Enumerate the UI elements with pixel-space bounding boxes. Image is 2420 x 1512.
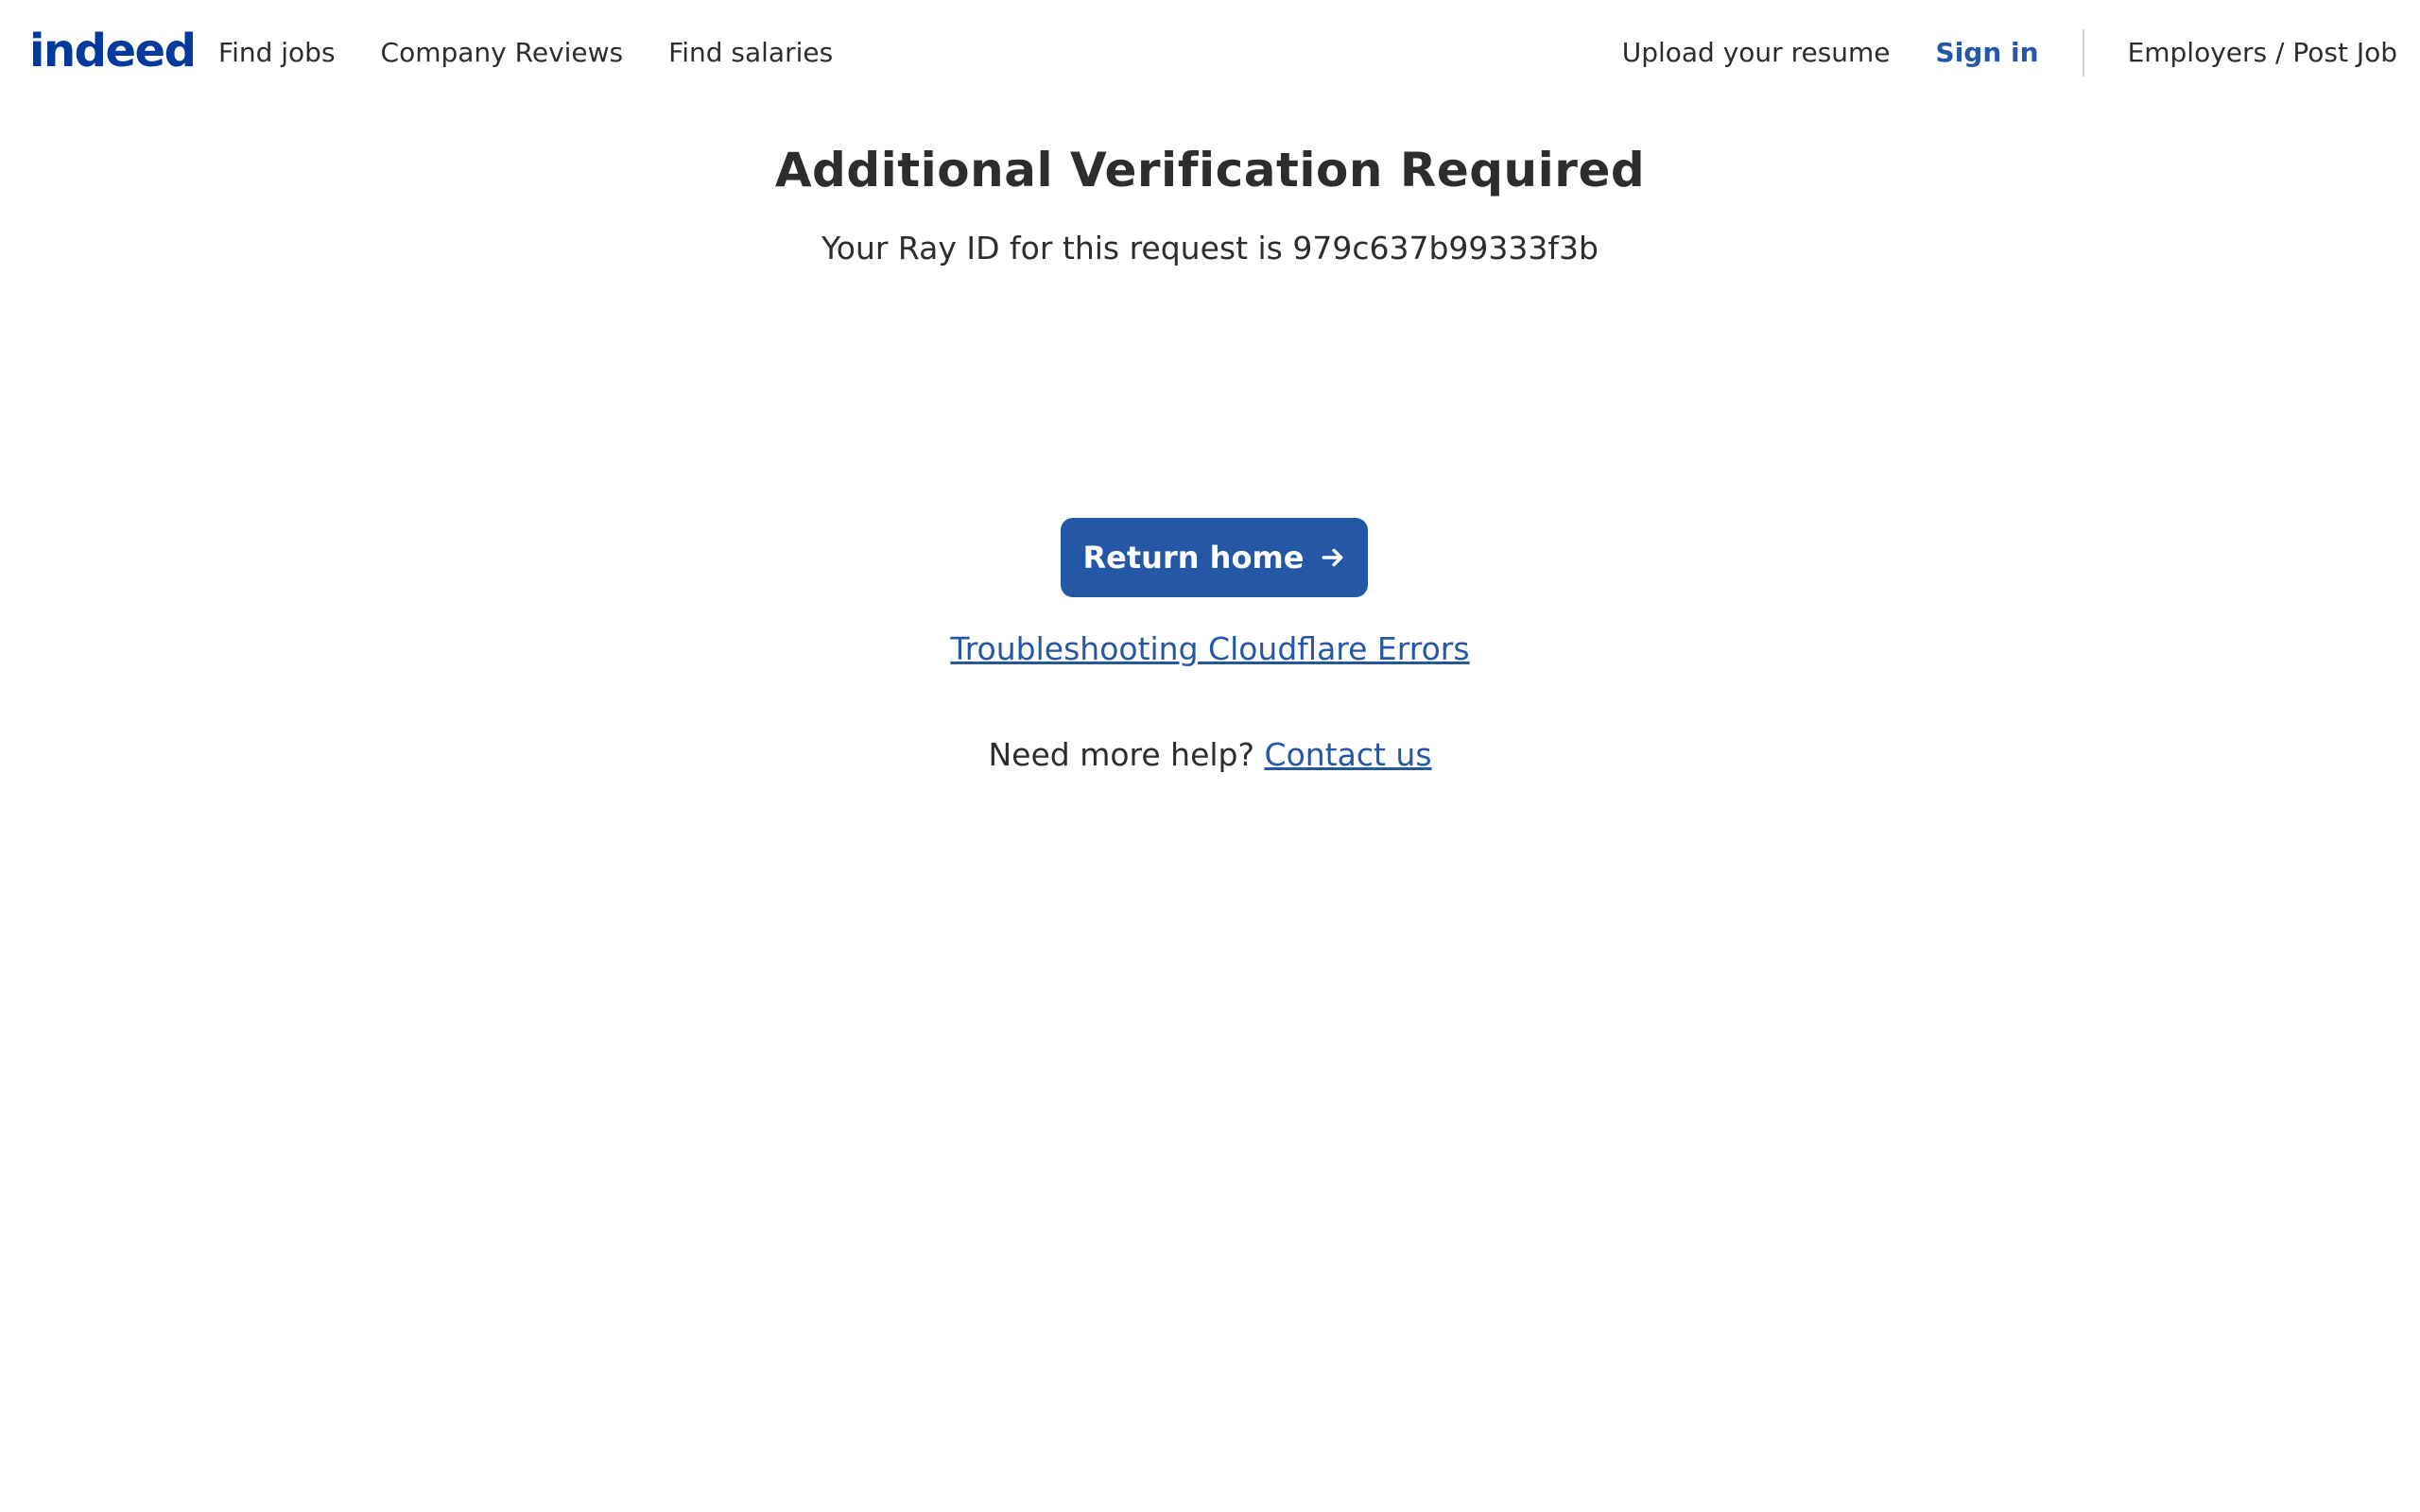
nav-find-jobs[interactable]: Find jobs xyxy=(218,28,336,77)
ray-id-text: Your Ray ID for this request is 979c637b… xyxy=(821,230,1599,266)
help-text: Need more help? xyxy=(988,736,1255,773)
nav-find-salaries[interactable]: Find salaries xyxy=(668,28,833,77)
upload-resume-link[interactable]: Upload your resume xyxy=(1622,28,1891,77)
nav-company-reviews[interactable]: Company Reviews xyxy=(381,28,624,77)
account-nav: Upload your resume Sign in Employers / P… xyxy=(1622,28,2397,77)
top-header: indeed Find jobs Company Reviews Find sa… xyxy=(0,0,2420,107)
logo-text: indeed xyxy=(29,25,197,77)
nav-divider xyxy=(2082,29,2084,77)
employers-post-job-link[interactable]: Employers / Post Job xyxy=(2128,28,2397,77)
sign-in-link[interactable]: Sign in xyxy=(1936,28,2039,77)
troubleshooting-paragraph: Troubleshooting Cloudflare Errors xyxy=(0,626,2420,673)
troubleshooting-link[interactable]: Troubleshooting Cloudflare Errors xyxy=(950,630,1469,667)
help-paragraph: Need more help? Contact us xyxy=(0,731,2420,779)
arrow-right-icon xyxy=(1322,548,1343,567)
page-title: Additional Verification Required xyxy=(774,143,1646,198)
return-home-label: Return home xyxy=(1082,540,1305,576)
indeed-logo[interactable]: indeed xyxy=(29,23,197,79)
contact-us-link[interactable]: Contact us xyxy=(1265,736,1432,773)
main-nav: Find jobs Company Reviews Find salaries xyxy=(218,28,878,77)
return-home-button[interactable]: Return home xyxy=(1061,518,1368,597)
